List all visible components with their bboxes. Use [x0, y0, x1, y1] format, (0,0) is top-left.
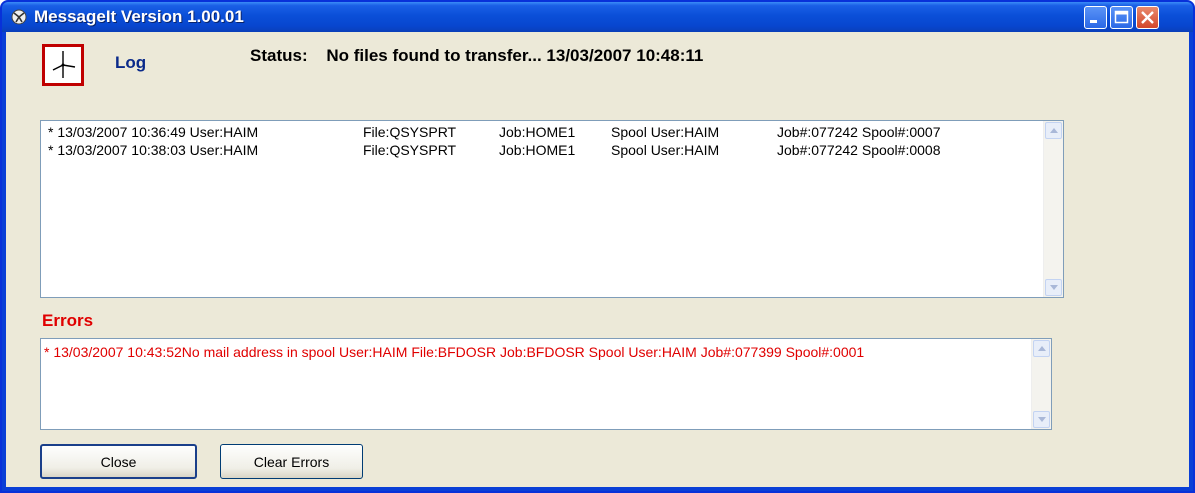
log-file: File:QSYSPRT: [363, 124, 457, 140]
scroll-up-icon: [1050, 128, 1058, 133]
errors-label: Errors: [42, 311, 94, 330]
log-spool-user: Spool User:HAIM: [611, 142, 720, 158]
maximize-button[interactable]: [1110, 6, 1133, 29]
window-title: MessageIt Version 1.00.01: [34, 7, 244, 26]
error-entry[interactable]: * 13/03/2007 10:43:52No mail address in …: [44, 343, 1027, 361]
scroll-up-button[interactable]: [1033, 340, 1050, 357]
log-rows: * 13/03/2007 10:36:49 User:HAIM File:QSY…: [45, 124, 1041, 160]
close-window-button[interactable]: [1136, 6, 1159, 29]
errors-scrollbar[interactable]: [1031, 339, 1051, 429]
log-job: Job:HOME1: [499, 124, 576, 140]
app-window: MessageIt Version 1.00.01 Log Status: No…: [0, 0, 1195, 493]
log-job-spool: Job#:077242 Spool#:0008: [777, 142, 941, 158]
status-value: No files found to transfer... 13/03/2007…: [326, 46, 704, 65]
status-line: Status: No files found to transfer... 13…: [250, 46, 703, 66]
log-file: File:QSYSPRT: [363, 142, 457, 158]
maximize-icon: [1114, 10, 1129, 24]
close-button[interactable]: Close: [40, 444, 197, 479]
close-icon: [1141, 11, 1154, 24]
status-label: Status:: [250, 46, 308, 65]
log-time-user: * 13/03/2007 10:36:49 User:HAIM: [48, 124, 259, 140]
log-row[interactable]: * 13/03/2007 10:36:49 User:HAIM File:QSY…: [45, 124, 1041, 142]
log-listbox[interactable]: * 13/03/2007 10:36:49 User:HAIM File:QSY…: [40, 120, 1064, 298]
minimize-button[interactable]: [1084, 6, 1107, 29]
log-job-spool: Job#:077242 Spool#:0007: [777, 124, 941, 140]
log-time-user: * 13/03/2007 10:38:03 User:HAIM: [48, 142, 259, 158]
clear-errors-button[interactable]: Clear Errors: [220, 444, 363, 479]
scroll-down-button[interactable]: [1045, 279, 1062, 296]
scroll-down-button[interactable]: [1033, 411, 1050, 428]
title-bar[interactable]: MessageIt Version 1.00.01: [2, 2, 1193, 32]
window-client-area: Log Status: No files found to transfer..…: [6, 32, 1189, 487]
scroll-up-button[interactable]: [1045, 122, 1062, 139]
log-row[interactable]: * 13/03/2007 10:38:03 User:HAIM File:QSY…: [45, 142, 1041, 160]
errors-listbox[interactable]: * 13/03/2007 10:43:52No mail address in …: [40, 338, 1052, 430]
log-job: Job:HOME1: [499, 142, 576, 158]
app-icon: [11, 9, 27, 25]
scroll-down-icon: [1050, 285, 1058, 290]
log-spool-user: Spool User:HAIM: [611, 124, 720, 140]
log-label: Log: [115, 53, 147, 72]
log-scrollbar[interactable]: [1043, 121, 1063, 297]
minimize-icon: [1090, 20, 1097, 23]
clock-icon: [52, 51, 76, 78]
scroll-down-icon: [1038, 417, 1046, 422]
clock-icon-box: [42, 44, 84, 86]
scroll-up-icon: [1038, 346, 1046, 351]
